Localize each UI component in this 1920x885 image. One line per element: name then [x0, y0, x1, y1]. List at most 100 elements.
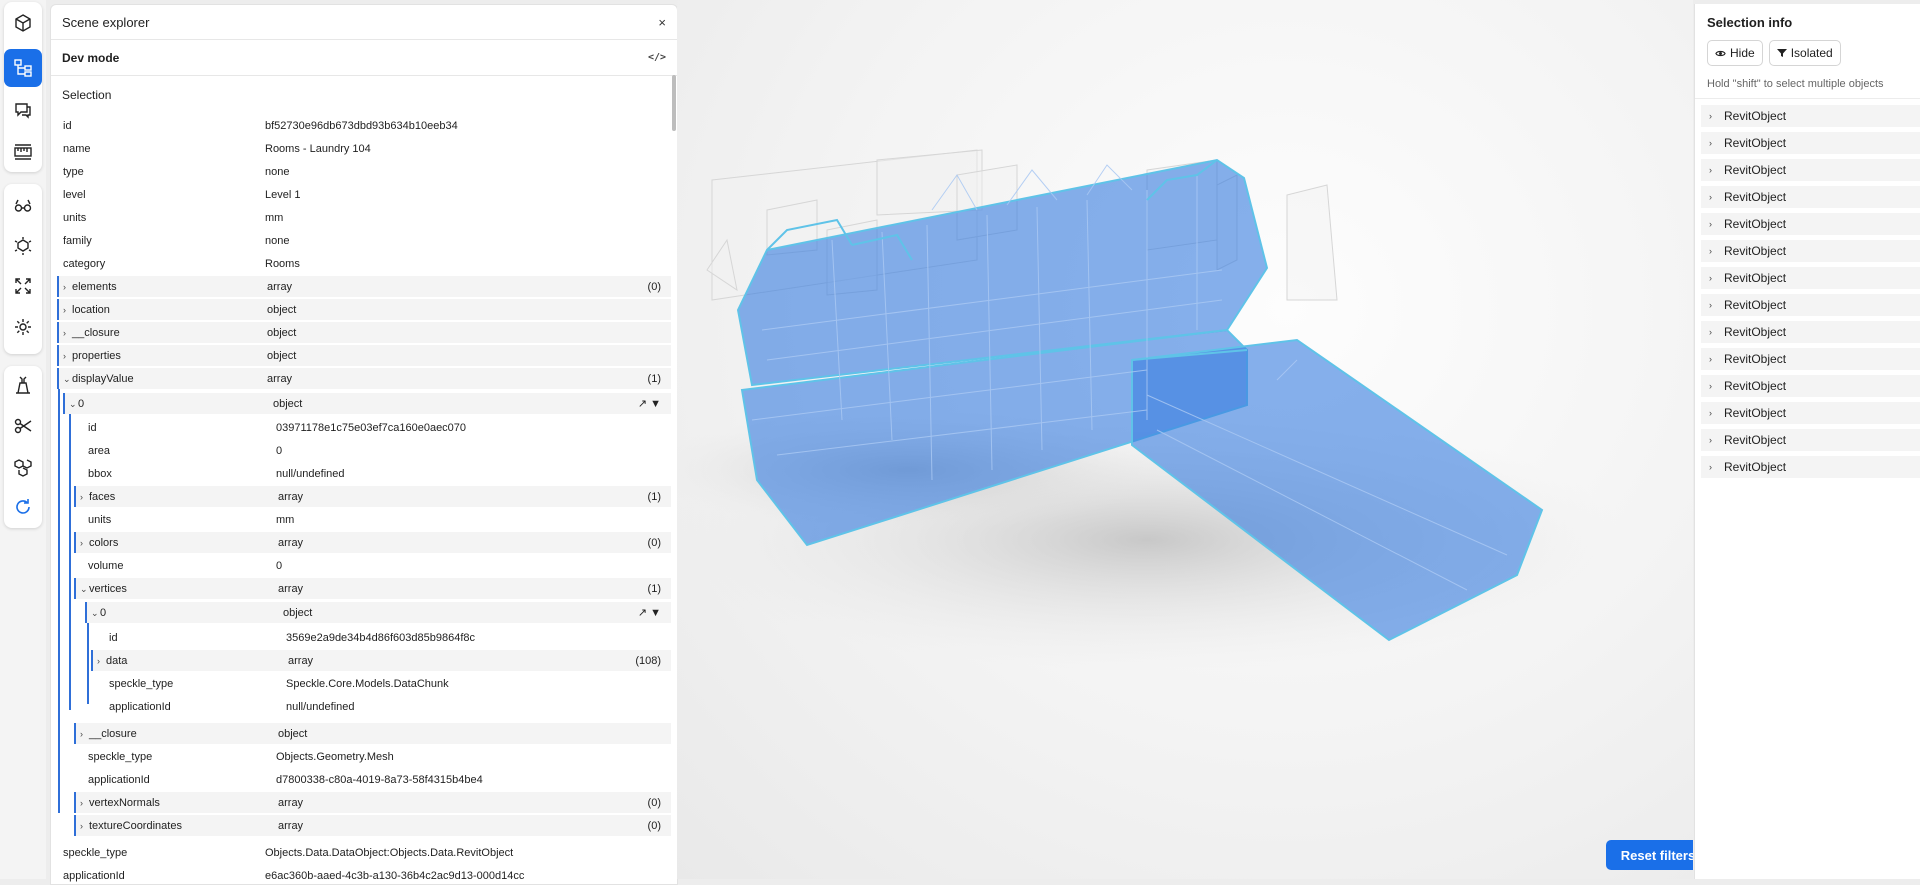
chevron-right-icon[interactable]: ›	[63, 282, 72, 292]
property-key: applicationId	[109, 701, 171, 713]
tree-node-expandable[interactable]: ⌄vertices array (1)	[74, 578, 671, 599]
chevron-right-icon[interactable]: ›	[1709, 462, 1718, 472]
tree-node-expandable[interactable]: ⌄displayValue array (1)	[57, 368, 671, 389]
property-value: array	[288, 654, 314, 667]
open-and-filter-icons[interactable]: ↗ ▼	[638, 606, 661, 619]
tree-node-expandable[interactable]: › data array (108)	[91, 650, 671, 671]
views-tool[interactable]	[4, 187, 42, 225]
property-key-text: 0	[100, 606, 107, 619]
chevron-right-icon[interactable]: ›	[80, 729, 89, 739]
selection-list-item[interactable]: › RevitObject	[1701, 429, 1920, 451]
chevron-right-icon[interactable]: ›	[80, 538, 89, 548]
tree-node-expandable[interactable]: › __closure object	[57, 322, 671, 343]
close-icon[interactable]: ×	[658, 15, 666, 30]
selection-list-item[interactable]: › RevitObject	[1701, 240, 1920, 262]
explode-tool[interactable]	[4, 227, 42, 265]
property-value: object	[267, 326, 297, 339]
code-icon[interactable]: </>	[648, 52, 666, 63]
property-key: category	[63, 258, 105, 270]
tree-node-expandable[interactable]: › textureCoordinates array (0)	[74, 815, 671, 836]
property-key-text: applicationId	[63, 869, 125, 882]
chevron-right-icon[interactable]: ›	[1709, 165, 1718, 175]
selection-list-item[interactable]: › RevitObject	[1701, 402, 1920, 424]
tree-node-expandable[interactable]: › faces array (1)	[74, 486, 671, 507]
property-value: array	[278, 490, 304, 503]
property-key-text: location	[72, 303, 110, 316]
property-key-text: type	[63, 165, 84, 178]
property-count: (0)	[647, 819, 661, 832]
selection-list-item[interactable]: › RevitObject	[1701, 375, 1920, 397]
property-value: Objects.Geometry.Mesh	[276, 750, 394, 763]
selection-list-item[interactable]: › RevitObject	[1701, 105, 1920, 127]
property-value: null/undefined	[286, 700, 355, 713]
selection-item-label: RevitObject	[1724, 433, 1787, 447]
scene-explorer-tool[interactable]	[4, 49, 42, 87]
chevron-down-icon[interactable]: ⌄	[80, 584, 89, 595]
selection-list-item[interactable]: › RevitObject	[1701, 159, 1920, 181]
chevron-right-icon[interactable]: ›	[80, 798, 89, 808]
isolated-button[interactable]: Isolated	[1768, 40, 1841, 66]
chevron-right-icon[interactable]: ›	[1709, 354, 1718, 364]
tree-node-expandable[interactable]: ⌄0 object ↗ ▼	[63, 393, 671, 414]
chevron-right-icon[interactable]: ›	[80, 492, 89, 502]
chevron-right-icon[interactable]: ›	[1709, 111, 1718, 121]
chevron-right-icon[interactable]: ›	[1709, 192, 1718, 202]
property-key: speckle_type	[63, 847, 127, 859]
sync-tool[interactable]	[4, 488, 42, 526]
chevron-right-icon[interactable]: ›	[63, 351, 72, 361]
3d-objects-tool[interactable]	[4, 448, 42, 486]
sun-icon	[15, 319, 31, 335]
tree-node-expandable[interactable]: › colors array (0)	[74, 532, 671, 553]
property-key: speckle_type	[88, 751, 152, 763]
chevron-right-icon[interactable]: ›	[1709, 327, 1718, 337]
chevron-down-icon[interactable]: ⌄	[69, 399, 78, 410]
chevron-down-icon[interactable]: ⌄	[91, 608, 100, 619]
chevron-right-icon[interactable]: ›	[1709, 219, 1718, 229]
tree-node-expandable[interactable]: › elements array (0)	[57, 276, 671, 297]
tree-node-expandable[interactable]: › location object	[57, 299, 671, 320]
selection-list-item[interactable]: › RevitObject	[1701, 132, 1920, 154]
tree-node-expandable[interactable]: ⌄0 object ↗ ▼	[85, 602, 671, 623]
chevron-right-icon[interactable]: ›	[63, 328, 72, 338]
chevron-right-icon[interactable]: ›	[1709, 138, 1718, 148]
chevron-right-icon[interactable]: ›	[1709, 408, 1718, 418]
cut-tool[interactable]	[4, 407, 42, 445]
chevron-down-icon[interactable]: ⌄	[63, 374, 72, 385]
chevron-right-icon[interactable]: ›	[1709, 381, 1718, 391]
measure-tool[interactable]	[4, 133, 42, 171]
zoom-extents-tool[interactable]	[4, 267, 42, 305]
selection-list-item[interactable]: › RevitObject	[1701, 348, 1920, 370]
property-key: type	[63, 166, 84, 178]
model-tool[interactable]	[4, 4, 42, 42]
sun-tool[interactable]	[4, 308, 42, 346]
property-count: (0)	[647, 796, 661, 809]
selection-list-item[interactable]: › RevitObject	[1701, 321, 1920, 343]
chevron-right-icon[interactable]: ›	[63, 305, 72, 315]
property-value: e6ac360b-aaed-4c3b-a130-36b4c2ac9d13-000…	[265, 869, 525, 882]
reset-filters-button[interactable]: Reset filters	[1606, 840, 1693, 870]
hide-button[interactable]: Hide	[1707, 40, 1763, 66]
discussions-tool[interactable]	[4, 91, 42, 129]
tree-node-expandable[interactable]: › properties object	[57, 345, 671, 366]
selection-list-item[interactable]: › RevitObject	[1701, 456, 1920, 478]
selection-list-item[interactable]: › RevitObject	[1701, 267, 1920, 289]
tree-node-expandable[interactable]: › vertexNormals array (0)	[74, 792, 671, 813]
property-value: 0	[276, 559, 283, 572]
scene-explorer-panel: Scene explorer × Dev mode </> Selection …	[50, 4, 678, 885]
section-box-tool[interactable]	[4, 366, 42, 404]
chevron-right-icon[interactable]: ›	[80, 821, 89, 831]
chevron-right-icon[interactable]: ›	[1709, 435, 1718, 445]
selection-list-item[interactable]: › RevitObject	[1701, 186, 1920, 208]
discussions-icon	[15, 103, 31, 119]
chevron-right-icon[interactable]: ›	[1709, 246, 1718, 256]
chevron-right-icon[interactable]: ›	[1709, 273, 1718, 283]
scrollbar-thumb[interactable]	[672, 75, 676, 131]
open-and-filter-icons[interactable]: ↗ ▼	[638, 397, 661, 410]
selection-list-item[interactable]: › RevitObject	[1701, 213, 1920, 235]
chevron-right-icon[interactable]: ›	[97, 656, 106, 666]
chevron-right-icon[interactable]: ›	[1709, 300, 1718, 310]
3d-viewer[interactable]: Reset filters	[677, 0, 1693, 879]
selection-list-item[interactable]: › RevitObject	[1701, 294, 1920, 316]
tree-node-expandable[interactable]: › __closure object	[74, 723, 671, 744]
dev-mode-row[interactable]: Dev mode </>	[51, 40, 677, 76]
